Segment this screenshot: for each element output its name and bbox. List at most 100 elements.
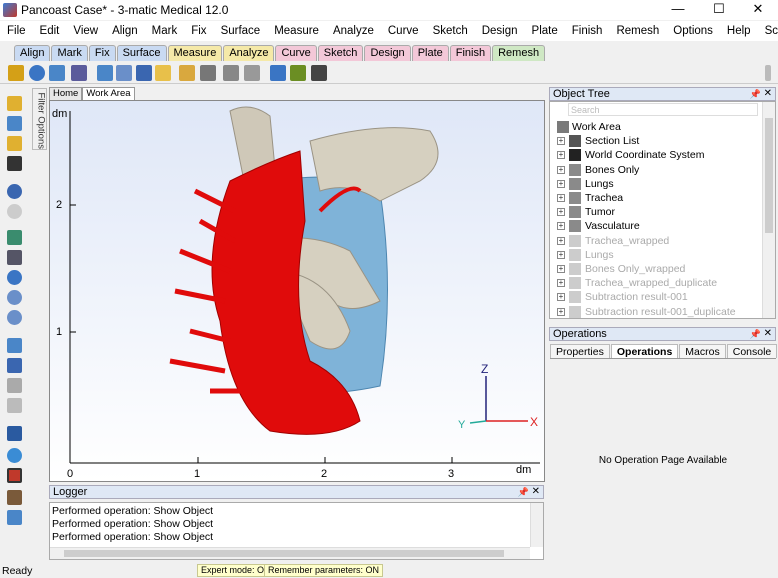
expand-icon[interactable]: + xyxy=(557,236,565,245)
pin-icon[interactable]: 📌 xyxy=(518,486,529,498)
tree-item[interactable]: Work Area xyxy=(550,120,760,134)
ribbon-tab-finish[interactable]: Finish xyxy=(449,45,492,61)
menu-item-analyze[interactable]: Analyze xyxy=(326,25,381,37)
maximize-button[interactable]: ☐ xyxy=(699,0,739,20)
menu-item-fix[interactable]: Fix xyxy=(184,25,213,37)
expand-icon[interactable]: + xyxy=(557,194,565,202)
menu-item-edit[interactable]: Edit xyxy=(33,25,67,37)
close-button[interactable]: ✕ xyxy=(738,0,778,20)
tree-item[interactable]: + Subtraction result-001 xyxy=(550,290,760,304)
menu-item-measure[interactable]: Measure xyxy=(267,25,326,37)
menu-item-surface[interactable]: Surface xyxy=(214,25,268,37)
open-folder-icon[interactable] xyxy=(7,96,22,111)
toolbar-tool-icon[interactable] xyxy=(270,65,286,81)
toolbar-tool-icon[interactable] xyxy=(49,65,65,81)
view-cube-icon[interactable] xyxy=(7,230,22,245)
tab-console[interactable]: Console xyxy=(726,344,778,358)
tab-properties[interactable]: Properties xyxy=(550,344,610,358)
toolbar-overflow-icon[interactable] xyxy=(765,65,771,81)
expand-icon[interactable]: + xyxy=(557,179,565,188)
close-icon[interactable]: ✕ xyxy=(764,328,772,340)
coordinate-icon[interactable] xyxy=(7,510,22,525)
ribbon-tab-analyze[interactable]: Analyze xyxy=(223,45,275,61)
toolbar-tool-icon[interactable] xyxy=(244,65,260,81)
menu-item-mark[interactable]: Mark xyxy=(145,25,185,37)
tab-work-area[interactable]: Work Area xyxy=(82,87,135,100)
logger-hscrollbar[interactable] xyxy=(50,547,530,559)
menu-item-finish[interactable]: Finish xyxy=(565,25,610,37)
tab-home[interactable]: Home xyxy=(49,87,83,100)
save-icon[interactable] xyxy=(7,156,22,171)
expand-icon[interactable]: + xyxy=(557,222,565,231)
expand-icon[interactable]: + xyxy=(557,279,565,288)
close-icon[interactable]: ✕ xyxy=(764,88,772,100)
tab-macros[interactable]: Macros xyxy=(679,344,726,358)
expand-icon[interactable]: + xyxy=(557,293,565,302)
expand-icon[interactable]: + xyxy=(557,250,565,259)
expand-icon[interactable]: + xyxy=(557,137,565,146)
toolbar-tool-icon[interactable] xyxy=(71,65,87,81)
tree-item[interactable]: + Vasculature xyxy=(550,219,760,233)
object-tree-search-input[interactable]: Search xyxy=(568,103,758,116)
pin-icon[interactable]: 📌 xyxy=(750,88,761,100)
toolbar-tool-icon[interactable] xyxy=(223,65,239,81)
menu-item-sketch[interactable]: Sketch xyxy=(426,25,475,37)
ribbon-tab-plate[interactable]: Plate xyxy=(411,45,449,61)
menu-item-view[interactable]: View xyxy=(66,25,105,37)
tree-item[interactable]: + Lungs xyxy=(550,248,760,262)
toolbar-tool-icon[interactable] xyxy=(155,65,171,81)
render-mode-icon[interactable] xyxy=(7,426,22,441)
scrollbar-thumb[interactable] xyxy=(64,550,504,557)
tree-item[interactable]: + Subtraction result-001_duplicate xyxy=(550,305,760,318)
toolbar-tool-icon[interactable] xyxy=(29,65,45,81)
menu-item-script[interactable]: Script xyxy=(758,25,778,37)
new-file-icon[interactable] xyxy=(7,116,22,131)
toolbar-tool-icon[interactable] xyxy=(8,65,24,81)
tree-item[interactable]: + Bones Only xyxy=(550,163,760,177)
view-option-icon[interactable] xyxy=(7,398,22,413)
menu-item-help[interactable]: Help xyxy=(720,25,758,37)
pin-icon[interactable]: 📌 xyxy=(750,328,761,340)
toolbar-tool-icon[interactable] xyxy=(116,65,132,81)
pan-icon[interactable] xyxy=(7,250,22,265)
menu-item-design[interactable]: Design xyxy=(475,25,525,37)
toolbar-tool-icon[interactable] xyxy=(290,65,306,81)
expert-mode-badge[interactable]: Expert mode: ON xyxy=(197,564,275,577)
view-option-icon[interactable] xyxy=(7,378,22,393)
toolbar-tool-icon[interactable] xyxy=(136,65,152,81)
tree-item[interactable]: + Trachea_wrapped xyxy=(550,234,760,248)
toolbar-tool-icon[interactable] xyxy=(97,65,113,81)
measure-axis-icon[interactable] xyxy=(7,490,22,505)
view-option-icon[interactable] xyxy=(7,338,22,353)
remember-parameters-badge[interactable]: Remember parameters: ON xyxy=(264,564,384,577)
expand-icon[interactable]: + xyxy=(557,151,565,160)
menu-item-file[interactable]: File xyxy=(0,25,33,37)
menu-item-curve[interactable]: Curve xyxy=(381,25,426,37)
zoom-fit-icon[interactable] xyxy=(7,310,22,325)
expand-icon[interactable]: + xyxy=(557,265,565,273)
zoom-icon[interactable] xyxy=(7,290,22,305)
tree-item[interactable]: + Lungs xyxy=(550,177,760,191)
scrollbar-thumb[interactable] xyxy=(765,118,773,233)
undo-icon[interactable] xyxy=(7,184,22,199)
ribbon-tab-design[interactable]: Design xyxy=(364,45,411,61)
expand-icon[interactable]: + xyxy=(557,208,565,217)
ribbon-tab-remesh[interactable]: Remesh xyxy=(492,45,546,61)
ribbon-tab-measure[interactable]: Measure xyxy=(167,45,223,61)
object-tree-scrollbar[interactable] xyxy=(762,102,775,318)
tree-item[interactable]: + Trachea xyxy=(550,191,760,205)
redo-icon[interactable] xyxy=(7,204,22,219)
filter-options-tab[interactable]: Filter Options xyxy=(32,88,47,150)
expand-icon[interactable]: + xyxy=(557,165,565,174)
tree-item[interactable]: + World Coordinate System xyxy=(550,148,760,162)
tree-item[interactable]: + Section List xyxy=(550,134,760,148)
view-option-icon[interactable] xyxy=(7,358,22,373)
rotate-icon[interactable] xyxy=(7,270,22,285)
ribbon-tab-surface[interactable]: Surface xyxy=(116,45,167,61)
ribbon-tab-align[interactable]: Align xyxy=(14,45,51,61)
tree-item[interactable]: + Tumor xyxy=(550,205,760,219)
tree-item[interactable]: + Trachea_wrapped_duplicate xyxy=(550,276,760,290)
menu-item-options[interactable]: Options xyxy=(666,25,720,37)
menu-item-align[interactable]: Align xyxy=(105,25,145,37)
tree-item[interactable]: + Bones Only_wrapped xyxy=(550,262,760,276)
